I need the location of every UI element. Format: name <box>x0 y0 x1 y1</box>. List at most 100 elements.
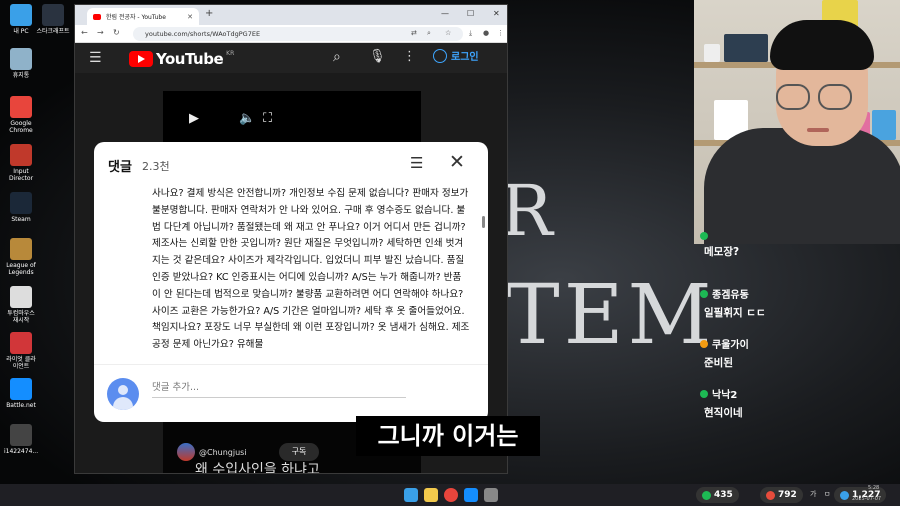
file-explorer-icon[interactable] <box>424 488 438 502</box>
comments-title: 댓글 <box>108 160 132 175</box>
account-icon <box>433 48 447 63</box>
comments-divider <box>94 364 488 365</box>
desktop-icon[interactable]: 스타크래프트 <box>36 4 70 35</box>
desktop-icon-label: i1422474... <box>4 448 39 455</box>
profile-icon[interactable]: ● <box>483 29 489 37</box>
comments-panel: 댓글 2.3천 ☰ ✕ 사나요? 결제 방식은 안전합니까? 개인정보 수집 문… <box>94 142 488 422</box>
tab-close-icon[interactable]: ✕ <box>187 13 193 21</box>
clock-date: 2025-07-07 <box>852 496 882 502</box>
streamer-shirt <box>704 128 900 244</box>
zoom-icon[interactable]: ⌕ <box>427 29 431 38</box>
play-icon[interactable]: ▶ <box>189 111 199 126</box>
glasses <box>776 84 810 110</box>
fullscreen-icon[interactable]: ⛶ <box>263 111 272 126</box>
desktop-icon[interactable]: Input Director <box>4 144 38 182</box>
streamer-mouth <box>807 128 829 132</box>
close-window-button[interactable]: ✕ <box>493 9 500 18</box>
browser-tab[interactable]: 한림 전공자 - YouTube ✕ <box>87 8 199 25</box>
comment-input[interactable] <box>152 378 406 398</box>
youtube-region: KR <box>226 50 235 57</box>
reload-icon[interactable]: ↻ <box>113 28 120 37</box>
forward-icon[interactable]: → <box>97 28 104 37</box>
desktop-icon[interactable]: 라이엇 클라이언트 <box>4 332 38 370</box>
desktop-icon[interactable]: Steam <box>4 192 38 223</box>
search-icon[interactable]: ⌕ <box>333 49 341 65</box>
comments-scrollbar[interactable] <box>482 216 485 228</box>
steam-icon <box>10 192 32 214</box>
live-chat: 메모장? 종겜유동 일필휘지 ㄷㄷ 쿠울가이 준비된 낙낙2 현직이네 <box>694 232 900 484</box>
ime-indicator-2[interactable]: ㅁ <box>824 489 830 499</box>
desktop-icon-label: 스타크래프트 <box>36 28 70 35</box>
sort-icon[interactable]: ☰ <box>410 154 423 172</box>
ime-indicator[interactable]: 가 <box>810 489 816 499</box>
new-tab-button[interactable]: + <box>205 8 213 19</box>
desktop-icon-label: League of Legends <box>6 262 36 276</box>
league-icon <box>10 238 32 260</box>
windows-start-icon[interactable] <box>404 488 418 502</box>
chrome-icon <box>10 96 32 118</box>
chat-badge-icon <box>700 339 708 348</box>
chat-text: 일필휘지 ㄷㄷ <box>704 307 766 319</box>
user-avatar <box>107 378 139 410</box>
close-icon[interactable]: ✕ <box>449 151 465 173</box>
starcraft-icon <box>42 4 64 26</box>
translate-icon[interactable]: ⇄ <box>411 29 417 37</box>
download-icon[interactable]: ⤓ <box>469 29 472 38</box>
chat-badge-icon <box>700 232 708 240</box>
background-title-line1: R <box>500 170 557 252</box>
desktop-icon[interactable]: 내 PC <box>4 4 38 35</box>
youtube-play-icon <box>129 51 153 67</box>
bookmark-star-icon[interactable]: ☆ <box>445 29 451 37</box>
desktop-icon-label: Steam <box>11 216 31 223</box>
clock-time: 5:28 <box>868 485 880 491</box>
chat-badge-icon <box>700 389 708 398</box>
chat-username[interactable] <box>700 232 896 240</box>
chat-username[interactable]: 쿠울가이 <box>700 336 896 351</box>
chat-message: 종겜유동일필휘지 ㄷㄷ <box>700 286 896 320</box>
more-options-icon[interactable]: ⋮ <box>403 49 416 64</box>
comments-count: 2.3천 <box>142 160 170 173</box>
desktop-icon[interactable]: League of Legends <box>4 238 38 276</box>
recycle-bin-icon <box>10 48 32 70</box>
input-director-icon <box>10 144 32 166</box>
desktop-icon[interactable]: 투컴마우스 재시작 <box>4 286 38 324</box>
stat-badge-2: 792 <box>760 487 803 503</box>
chat-text: 준비된 <box>704 357 733 369</box>
app-icon[interactable] <box>484 488 498 502</box>
riot-icon <box>10 332 32 354</box>
chrome-icon[interactable] <box>444 488 458 502</box>
desktop-icon[interactable]: Google Chrome <box>4 96 38 134</box>
youtube-favicon-icon <box>93 13 101 20</box>
microphone-icon[interactable]: 🎙 <box>369 49 386 64</box>
desktop-icon-label: 휴지통 <box>12 72 30 79</box>
youtube-header: ☰ YouTube KR ⌕ 🎙 ⋮ 로그인 <box>75 43 507 73</box>
youtube-logo-text: YouTube <box>156 50 224 68</box>
chat-username[interactable]: 종겜유동 <box>700 286 896 301</box>
file-icon <box>10 424 32 446</box>
monitor-icon <box>10 4 32 26</box>
desktop-icon-label: 라이엇 클라이언트 <box>6 356 36 370</box>
desktop-icon[interactable]: 휴지통 <box>4 48 38 79</box>
battlenet-icon[interactable] <box>464 488 478 502</box>
browser-menu-icon[interactable]: ⋮ <box>497 29 504 37</box>
mouse-restart-icon <box>10 286 32 308</box>
volume-icon[interactable]: 🔈 <box>239 111 255 126</box>
desktop-icon[interactable]: i1422474... <box>4 424 38 455</box>
streamer-hair <box>770 20 874 70</box>
back-icon[interactable]: ← <box>81 28 88 37</box>
login-button[interactable]: 로그인 <box>433 48 479 63</box>
tab-title: 한림 전공자 - YouTube <box>106 14 166 21</box>
desktop-icon[interactable]: Battle.net <box>4 378 38 409</box>
video-caption: 왜 수입사인을 하냐고 <box>195 462 320 474</box>
taskbar: 435 792 가 ㅁ 1,227 5:28 2025-07-07 <box>0 484 900 506</box>
chat-username[interactable]: 낙낙2 <box>700 386 896 401</box>
chat-text: 현직이네 <box>704 407 743 419</box>
tab-bar: 한림 전공자 - YouTube ✕ + — ☐ ✕ <box>75 5 507 25</box>
desktop-icon-label: Battle.net <box>6 402 36 409</box>
maximize-button[interactable]: ☐ <box>467 9 474 18</box>
login-label: 로그인 <box>451 52 479 63</box>
minimize-button[interactable]: — <box>441 9 449 18</box>
youtube-logo[interactable]: YouTube KR <box>129 50 234 68</box>
hamburger-menu-icon[interactable]: ☰ <box>89 50 102 66</box>
background-title-line2: TEM <box>505 268 716 363</box>
